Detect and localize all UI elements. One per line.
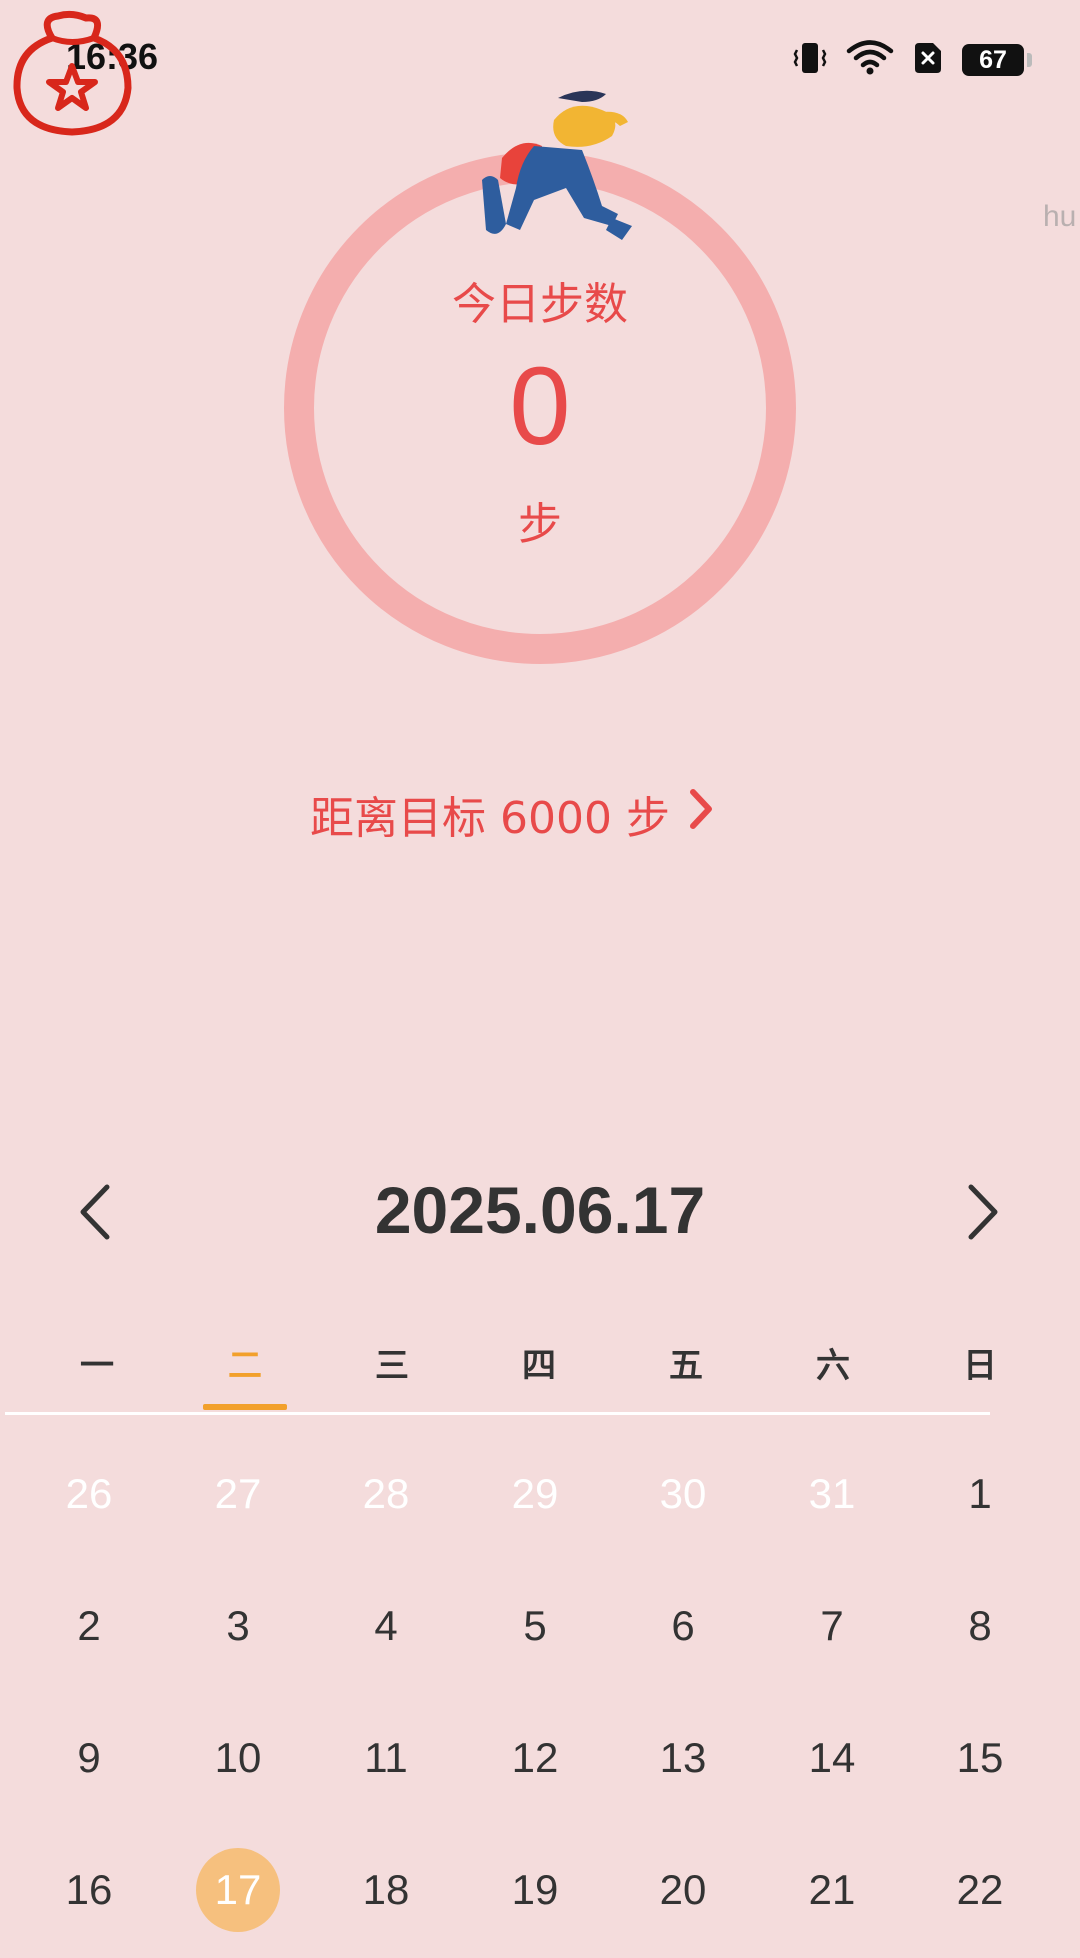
calendar-day[interactable]: 11 — [344, 1716, 428, 1800]
goal-text: 距离目标 6000 步 — [310, 793, 670, 844]
calendar-day[interactable]: 21 — [790, 1848, 874, 1932]
chevron-left-icon — [78, 1183, 112, 1245]
chevron-right-icon — [688, 788, 714, 841]
active-weekday-indicator — [203, 1404, 287, 1410]
calendar-week: 26 27 28 29 30 31 1 — [0, 1430, 1080, 1562]
weekday-wed: 三 — [375, 1346, 409, 1386]
calendar-day[interactable]: 20 — [641, 1848, 725, 1932]
calendar-day[interactable]: 4 — [344, 1584, 428, 1668]
weekday-fri: 五 — [669, 1346, 703, 1386]
weekday-tue: 二 — [228, 1346, 262, 1386]
weekday-sun: 日 — [963, 1346, 997, 1386]
battery-icon: 67 — [962, 44, 1032, 76]
calendar-day[interactable]: 10 — [196, 1716, 280, 1800]
chevron-right-icon — [966, 1183, 1000, 1245]
calendar-day[interactable]: 12 — [493, 1716, 577, 1800]
weekday-sat: 六 — [816, 1346, 850, 1386]
calendar-day[interactable]: 8 — [938, 1584, 1022, 1668]
calendar-day[interactable]: 27 — [196, 1452, 280, 1536]
calendar-day[interactable]: 16 — [47, 1848, 131, 1932]
calendar-day[interactable]: 31 — [790, 1452, 874, 1536]
step-unit: 步 — [518, 499, 562, 550]
weekday-thu: 四 — [522, 1346, 556, 1386]
calendar-week: 2 3 4 5 6 7 8 — [0, 1562, 1080, 1694]
calendar-day[interactable]: 5 — [493, 1584, 577, 1668]
calendar-day[interactable]: 22 — [938, 1848, 1022, 1932]
calendar-day[interactable]: 3 — [196, 1584, 280, 1668]
status-icons: 67 — [792, 40, 1032, 80]
calendar-week: 9 10 11 12 13 14 15 — [0, 1694, 1080, 1826]
calendar-day[interactable]: 2 — [47, 1584, 131, 1668]
next-date-button[interactable] — [958, 1184, 1008, 1244]
step-count: 0 — [509, 345, 571, 468]
divider — [5, 1412, 990, 1415]
vibrate-icon — [792, 41, 828, 79]
calendar-day[interactable]: 26 — [47, 1452, 131, 1536]
lucky-bag-star-icon[interactable] — [12, 10, 134, 140]
goal-link[interactable]: 距离目标 6000 步 — [310, 782, 714, 846]
wifi-icon — [846, 40, 894, 80]
date-navigator: 2025.06.17 — [0, 1170, 1080, 1254]
side-hint-text: hu — [1043, 200, 1077, 233]
calendar-day[interactable]: 29 — [493, 1452, 577, 1536]
steps-label: 今日步数 — [452, 279, 628, 330]
prev-date-button[interactable] — [70, 1184, 120, 1244]
current-date[interactable]: 2025.06.17 — [240, 1170, 840, 1250]
calendar-day[interactable]: 28 — [344, 1452, 428, 1536]
calendar-day[interactable]: 19 — [493, 1848, 577, 1932]
sim-disabled-icon — [912, 41, 944, 79]
calendar-day[interactable]: 9 — [47, 1716, 131, 1800]
calendar-week: 16 17 18 19 20 21 22 — [0, 1826, 1080, 1958]
weekday-header: 一 二 三 四 五 六 日 — [0, 1340, 1080, 1412]
runner-icon — [462, 80, 632, 254]
calendar-day[interactable]: 6 — [641, 1584, 725, 1668]
calendar-day[interactable]: 15 — [938, 1716, 1022, 1800]
weekday-mon: 一 — [80, 1346, 114, 1386]
calendar-day-today[interactable]: 17 — [196, 1848, 280, 1932]
calendar-day[interactable]: 14 — [790, 1716, 874, 1800]
calendar-day[interactable]: 1 — [938, 1452, 1022, 1536]
calendar-day[interactable]: 30 — [641, 1452, 725, 1536]
calendar-day[interactable]: 7 — [790, 1584, 874, 1668]
calendar-day[interactable]: 18 — [344, 1848, 428, 1932]
calendar-day[interactable]: 13 — [641, 1716, 725, 1800]
